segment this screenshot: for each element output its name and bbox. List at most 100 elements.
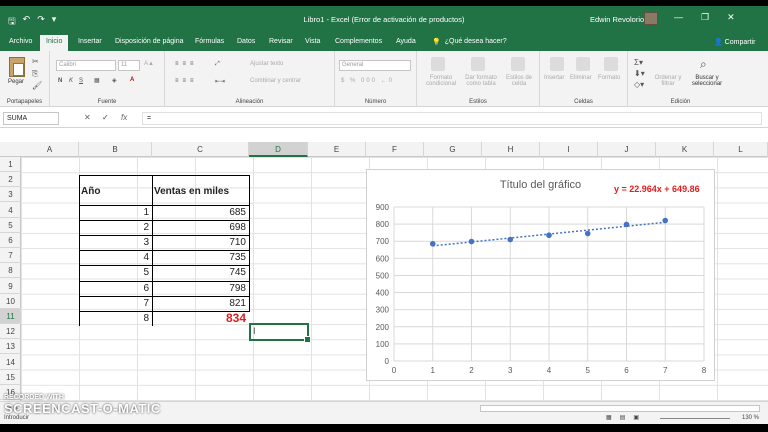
horizontal-scrollbar[interactable]: [480, 405, 760, 412]
format-cells-icon[interactable]: [604, 57, 618, 71]
zoom-slider[interactable]: [660, 418, 730, 419]
delete-cells-icon[interactable]: [576, 57, 590, 71]
format-as-table-button[interactable]: Dar formato como tabla: [462, 75, 500, 87]
number-format-icons[interactable]: $ % 000 ←0: [341, 78, 394, 84]
minimize-button[interactable]: —: [674, 12, 683, 23]
row-header-4[interactable]: 4: [0, 203, 21, 218]
scatter-chart[interactable]: Título del gráfico y = 22.964x + 649.86 …: [366, 169, 715, 381]
row-header-7[interactable]: 7: [0, 248, 21, 264]
avatar[interactable]: [644, 12, 658, 25]
row-header-8[interactable]: 8: [0, 263, 21, 279]
view-buttons[interactable]: ▦▤▣: [606, 414, 647, 421]
tab-disposicion[interactable]: Disposición de página: [112, 36, 187, 47]
row-header-12[interactable]: 12: [0, 324, 21, 340]
cell-styles-button[interactable]: Estilos de celda: [503, 75, 535, 87]
column-header-i[interactable]: I: [540, 142, 598, 157]
row-header-15[interactable]: 15: [0, 370, 21, 385]
border-icon[interactable]: ▦: [94, 77, 100, 84]
bold-button[interactable]: N: [58, 78, 62, 84]
table-cell-year[interactable]: 7: [79, 298, 149, 309]
user-name[interactable]: Edwin Revolorio: [590, 15, 644, 24]
table-cell-year[interactable]: 8: [79, 313, 149, 324]
column-header-g[interactable]: G: [424, 142, 482, 157]
column-header-f[interactable]: F: [366, 142, 424, 157]
table-cell-sales[interactable]: 798: [152, 283, 246, 294]
fill-icon[interactable]: ⬇▾: [634, 69, 645, 78]
table-cell-sales[interactable]: 685: [152, 207, 246, 218]
indent-icons[interactable]: ⇤⇥: [215, 78, 225, 85]
active-cell-d11[interactable]: [249, 323, 311, 343]
font-color-icon[interactable]: A: [130, 77, 134, 83]
insert-function-icon[interactable]: fx: [121, 113, 127, 122]
paste-label[interactable]: Pegar: [8, 79, 24, 85]
row-header-9[interactable]: 9: [0, 279, 21, 294]
insert-cells-button[interactable]: Insertar: [544, 75, 564, 81]
row-header-1[interactable]: 1: [0, 157, 21, 172]
row-header-10[interactable]: 10: [0, 294, 21, 309]
conditional-format-button[interactable]: Formato condicional: [421, 75, 461, 87]
table-cell-sales[interactable]: 834: [152, 311, 246, 325]
format-painter-icon[interactable]: 🖌: [32, 81, 42, 90]
cut-icon[interactable]: ✂: [32, 57, 39, 66]
grow-font-icon[interactable]: A▲: [144, 61, 154, 67]
find-select-button[interactable]: Buscar y seleccionar: [686, 75, 728, 87]
underline-button[interactable]: S: [79, 78, 83, 84]
number-format-select[interactable]: General: [339, 60, 411, 71]
tab-vista[interactable]: Vista: [302, 36, 323, 47]
copy-icon[interactable]: ⎘: [32, 69, 38, 79]
table-cell-sales[interactable]: 745: [152, 267, 246, 278]
table-cell-year[interactable]: 4: [79, 252, 149, 263]
tab-revisar[interactable]: Revisar: [266, 36, 296, 47]
format-cells-button[interactable]: Formato: [598, 75, 620, 81]
tell-me-search[interactable]: 💡 ¿Qué desea hacer?: [432, 38, 507, 46]
row-header-3[interactable]: 3: [0, 187, 21, 203]
row-header-2[interactable]: 2: [0, 172, 21, 188]
search-icon[interactable]: ⌕: [700, 57, 707, 72]
insert-cells-icon[interactable]: [550, 57, 564, 71]
autosum-icon[interactable]: Σ▾: [634, 58, 643, 67]
row-header-13[interactable]: 13: [0, 339, 21, 355]
column-header-h[interactable]: H: [482, 142, 540, 157]
close-button[interactable]: ✕: [727, 12, 735, 23]
row-header-6[interactable]: 6: [0, 233, 21, 248]
cancel-icon[interactable]: ✕: [84, 113, 91, 122]
table-cell-sales[interactable]: 698: [152, 222, 246, 233]
tab-formulas[interactable]: Fórmulas: [192, 36, 227, 47]
tab-datos[interactable]: Datos: [234, 36, 258, 47]
table-cell-sales[interactable]: 710: [152, 237, 246, 248]
conditional-format-icon[interactable]: [431, 57, 445, 71]
column-header-l[interactable]: L: [714, 142, 768, 157]
paste-icon[interactable]: [9, 57, 25, 77]
share-button[interactable]: 👤 Compartir: [714, 38, 755, 46]
row-header-14[interactable]: 14: [0, 355, 21, 370]
table-cell-year[interactable]: 3: [79, 237, 149, 248]
merge-center-button[interactable]: Combinar y centrar: [250, 78, 301, 84]
tab-archivo[interactable]: Archivo: [6, 36, 35, 47]
table-cell-year[interactable]: 1: [79, 207, 149, 218]
table-header-year[interactable]: Año: [81, 186, 100, 197]
zoom-level[interactable]: 130 %: [742, 415, 759, 421]
formula-input[interactable]: =: [142, 112, 762, 125]
orientation-icon[interactable]: ⤢: [215, 61, 220, 68]
wrap-text-button[interactable]: Ajustar texto: [250, 61, 283, 67]
table-cell-year[interactable]: 6: [79, 283, 149, 294]
vertical-align-icons[interactable]: ≡≡≡: [175, 61, 198, 67]
table-header-sales[interactable]: Ventas en miles: [154, 186, 229, 197]
clear-icon[interactable]: ◇▾: [634, 80, 644, 89]
column-header-c[interactable]: C: [152, 142, 249, 157]
tab-inicio[interactable]: Inicio: [40, 35, 69, 51]
font-size-select[interactable]: 11: [118, 60, 140, 71]
tab-complementos[interactable]: Complementos: [332, 36, 385, 47]
tab-insertar[interactable]: Insertar: [75, 36, 105, 47]
tab-ayuda[interactable]: Ayuda: [393, 36, 419, 47]
horizontal-align-icons[interactable]: ≡≡≡: [175, 78, 198, 84]
enter-icon[interactable]: ✓: [102, 113, 109, 122]
column-header-j[interactable]: J: [598, 142, 656, 157]
column-header-k[interactable]: K: [656, 142, 714, 157]
restore-button[interactable]: ❐: [701, 12, 709, 23]
name-box[interactable]: SUMA: [3, 112, 59, 125]
table-cell-sales[interactable]: 821: [152, 298, 246, 309]
italic-button[interactable]: K: [69, 78, 73, 84]
column-header-b[interactable]: B: [79, 142, 152, 157]
table-cell-sales[interactable]: 735: [152, 252, 246, 263]
